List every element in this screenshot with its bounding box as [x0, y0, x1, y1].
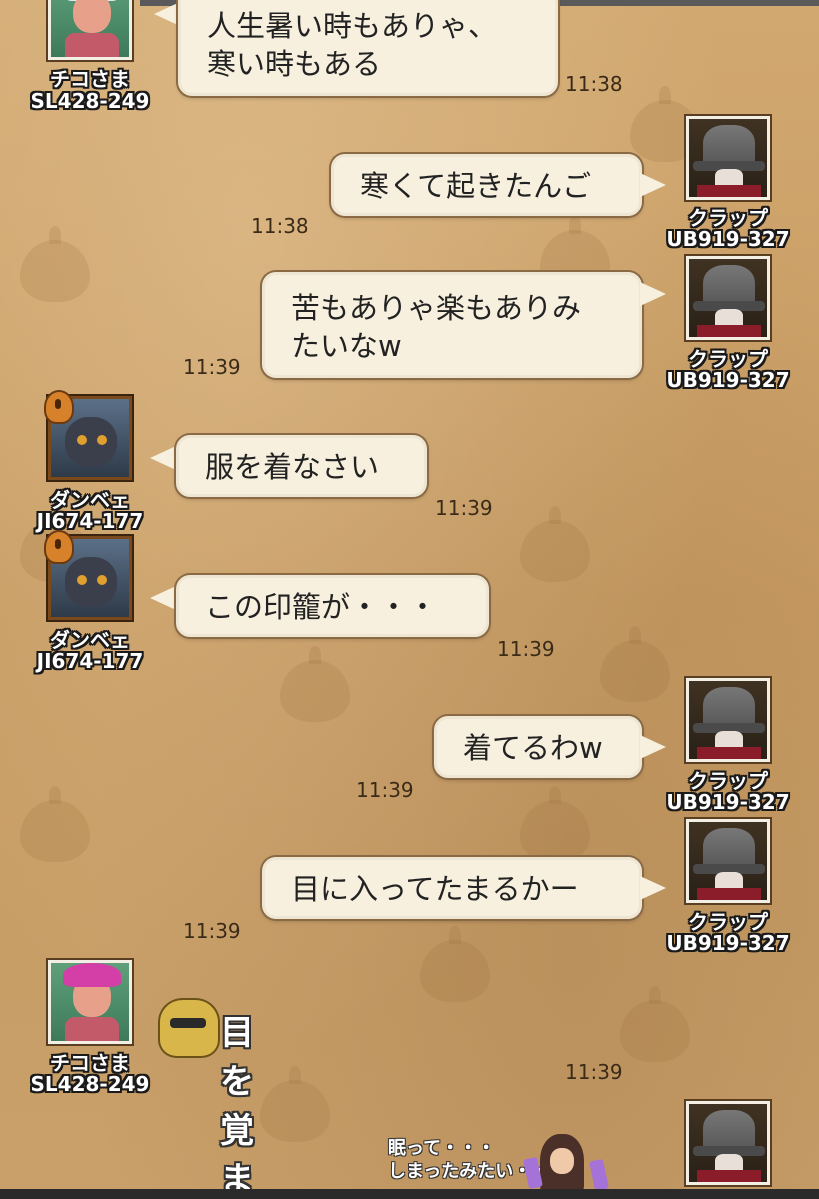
- message-text: 目に入ってたまるかー: [291, 872, 579, 906]
- sender-id: JI674-177: [36, 509, 144, 533]
- message-text: 服を着なさい: [205, 450, 380, 484]
- sender-id: UB919-327: [666, 368, 790, 392]
- avatar-clap[interactable]: [686, 256, 770, 340]
- sender-id: SL428-249: [30, 1072, 150, 1096]
- slime-watermark: [420, 926, 490, 1002]
- avatar-clap[interactable]: [686, 678, 770, 762]
- sender-id: JI674-177: [36, 649, 144, 673]
- message-bubble[interactable]: 目に入ってたまるかー: [262, 857, 642, 919]
- slime-watermark: [20, 226, 90, 302]
- avatar-clap[interactable]: [686, 1101, 770, 1185]
- message-text-line: たいなw: [291, 329, 402, 363]
- message-bubble[interactable]: 苦もありゃ楽もありみ たいなw: [262, 272, 642, 378]
- sender-name: チコさま: [50, 67, 130, 91]
- stamp-text-line: 眠って・・・: [388, 1138, 496, 1159]
- message-bubble[interactable]: この印籠が・・・: [176, 575, 489, 637]
- slime-watermark: [620, 986, 690, 1062]
- timestamp: 11:39: [183, 355, 241, 379]
- timestamp: 11:38: [251, 214, 309, 238]
- message-text: 寒くて起きたんご: [360, 169, 592, 203]
- message-text: 着てるわw: [463, 731, 603, 765]
- avatar-chiko[interactable]: [48, 0, 132, 60]
- avatar-clap[interactable]: [686, 116, 770, 200]
- timestamp: 11:39: [565, 1060, 623, 1084]
- slime-watermark: [520, 506, 590, 582]
- timestamp: 11:39: [497, 637, 555, 661]
- sender-id: UB919-327: [666, 227, 790, 251]
- message-text-line: 苦もありゃ楽もありみ: [291, 291, 582, 325]
- message-text-line: 寒い時もある: [207, 47, 382, 81]
- message-bubble[interactable]: 服を着なさい: [176, 435, 427, 497]
- sleeping-girl-stamp-icon: [540, 1134, 584, 1192]
- slime-watermark: [600, 626, 670, 702]
- avatar-clap[interactable]: [686, 819, 770, 903]
- sender-id: UB919-327: [666, 790, 790, 814]
- golden-mask-stamp-icon: [158, 998, 220, 1058]
- timestamp: 11:39: [435, 496, 493, 520]
- sender-id: SL428-249: [30, 89, 150, 113]
- message-bubble[interactable]: 寒くて起きたんご: [331, 154, 642, 216]
- chat-log[interactable]: チコさま SL428-249 人生暑い時もありゃ、 寒い時もある 11:38 ク…: [0, 0, 819, 1199]
- stamp-text: 目を覚ませ: [220, 1013, 254, 1199]
- message-text: この印籠が・・・: [205, 590, 438, 624]
- slime-watermark: [520, 786, 590, 862]
- slime-watermark: [20, 786, 90, 862]
- slime-watermark: [280, 646, 350, 722]
- timestamp: 11:38: [565, 72, 623, 96]
- seal-badge-icon: [44, 390, 74, 424]
- timestamp: 11:39: [356, 778, 414, 802]
- message-text-line: 人生暑い時もありゃ、: [207, 9, 498, 43]
- timestamp: 11:39: [183, 919, 241, 943]
- message-bubble[interactable]: 着てるわw: [434, 716, 642, 778]
- sender-id: UB919-327: [666, 931, 790, 955]
- avatar-chiko[interactable]: [48, 960, 132, 1044]
- slime-watermark: [260, 1066, 330, 1142]
- bottom-edge-bar: [0, 1189, 819, 1199]
- crystal-icon: [589, 1158, 609, 1192]
- seal-badge-icon: [44, 530, 74, 564]
- message-bubble[interactable]: 人生暑い時もありゃ、 寒い時もある: [178, 0, 558, 96]
